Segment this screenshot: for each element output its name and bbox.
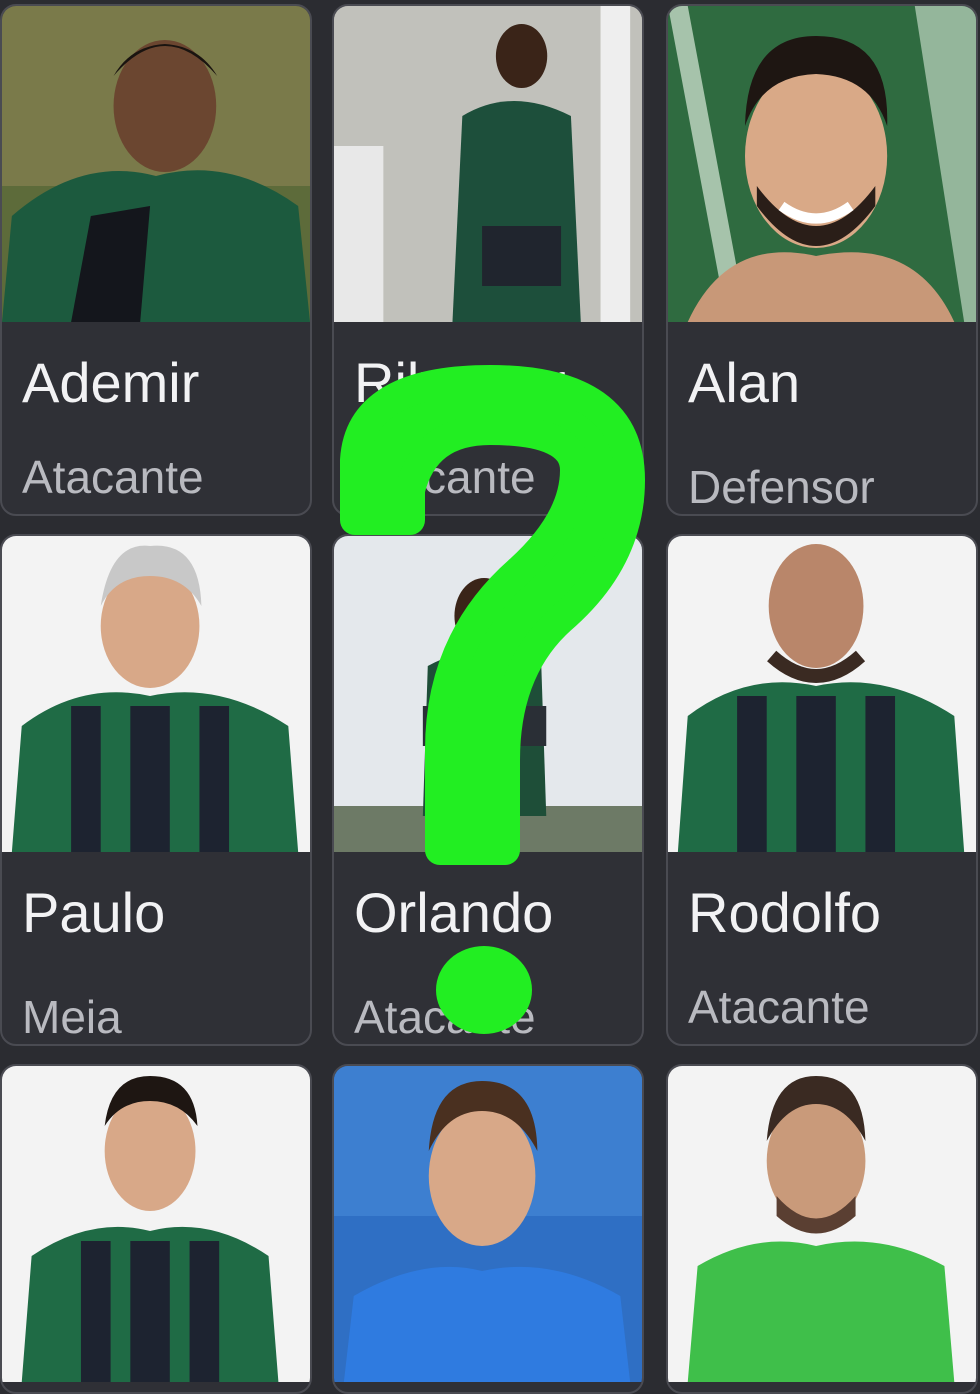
player-card[interactable]: Orlando Atacante xyxy=(332,534,644,1046)
player-photo xyxy=(2,536,310,852)
player-photo xyxy=(2,1066,310,1382)
player-position: Defensor xyxy=(688,461,875,513)
player-name: Alan xyxy=(688,351,801,414)
player-card[interactable] xyxy=(332,1064,644,1394)
player-card[interactable]: Alan Defensor xyxy=(666,4,978,516)
player-photo xyxy=(334,1066,642,1382)
player-grid: Ademir Atacante Ribamar Atacante Alan De… xyxy=(0,0,980,1394)
player-position: Atacante xyxy=(22,451,204,503)
player-name: Orlando xyxy=(354,881,554,944)
player-name: Ademir xyxy=(22,351,200,414)
player-card[interactable]: Paulo Meia xyxy=(0,534,312,1046)
player-photo xyxy=(668,1066,976,1382)
player-name: Rodolfo xyxy=(688,881,882,944)
player-photo xyxy=(2,6,310,322)
player-photo xyxy=(334,6,642,322)
player-name: Ribamar xyxy=(354,351,566,414)
player-position: Atacante xyxy=(354,451,536,503)
player-position: Meia xyxy=(22,991,122,1043)
player-photo xyxy=(668,536,976,852)
player-photo xyxy=(334,536,642,852)
player-card[interactable]: Ademir Atacante xyxy=(0,4,312,516)
player-card[interactable] xyxy=(666,1064,978,1394)
player-card[interactable]: Ribamar Atacante xyxy=(332,4,644,516)
player-position: Atacante xyxy=(688,981,870,1033)
player-name: Paulo xyxy=(22,881,166,944)
player-card[interactable]: Rodolfo Atacante xyxy=(666,534,978,1046)
player-card[interactable] xyxy=(0,1064,312,1394)
player-photo xyxy=(668,6,976,322)
player-position: Atacante xyxy=(354,991,536,1043)
